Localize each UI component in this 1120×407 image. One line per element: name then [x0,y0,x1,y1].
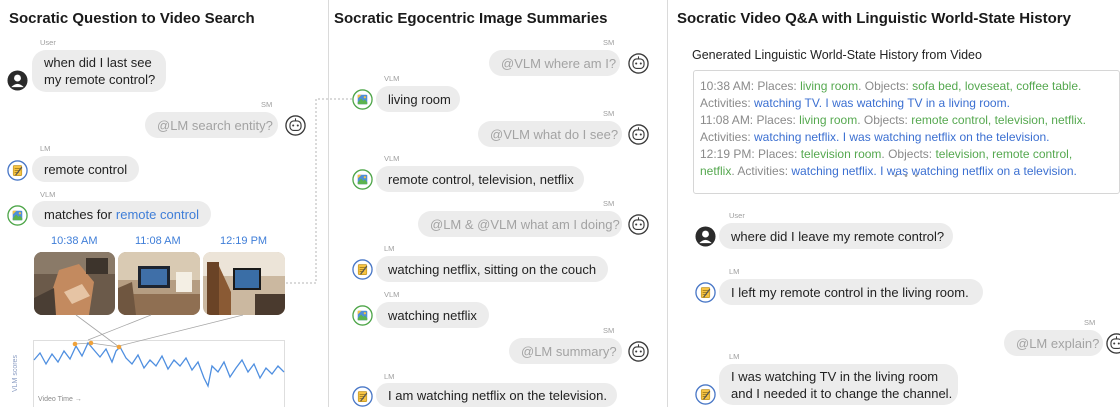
history-activity: watching netflix. I was watching netflix… [791,164,1077,178]
history-text: 12:19 PM: Places: [700,147,801,161]
user-question-bubble: where did I leave my remote control? [719,223,953,249]
history-activity: watching netflix. I was watching netflix… [754,130,1050,144]
lm-explanation-bubble: I was watching TV in the living room and… [719,364,958,405]
lm-notepad-icon [352,259,373,280]
lm-response-bubble: I am watching netflix on the television. [376,383,617,407]
speaker-label: VLM [384,154,400,163]
vlm-image-icon [352,169,373,190]
speaker-label: VLM [384,74,400,83]
lm-response-bubble: watching netflix, sitting on the couch [376,256,608,282]
plot-x-axis-label: Video Time → [38,396,82,403]
world-state-history-box: 10:38 AM: Places: living room. Objects: … [693,70,1120,194]
history-objects: netflix [700,164,732,178]
lm-response-bubble: I left my remote control in the living r… [719,279,983,305]
vlm-image-icon [352,89,373,110]
sm-query-bubble: @VLM where am I? [489,50,620,76]
sm-query-bubble: @LM & @VLM what am I doing? [418,211,622,237]
history-place: living room [799,113,858,127]
history-text: . Activities: [731,164,792,178]
vlm-response-bubble: remote control, television, netflix [376,166,584,192]
robot-sm-icon [628,124,649,145]
history-line: 10:38 AM: Places: living room. Objects: … [700,78,1119,95]
robot-sm-icon [1106,333,1120,354]
robot-sm-icon [628,53,649,74]
robot-sm-icon [628,214,649,235]
history-activity: watching TV. I was watching TV in a livi… [754,96,1010,110]
robot-sm-icon [628,341,649,362]
history-objects: television, remote control, [935,147,1073,161]
history-text: Activities: [700,96,755,110]
speaker-label: SM [603,199,615,208]
sm-query-bubble: @LM explain? [1004,330,1103,356]
speaker-label: LM [384,244,395,253]
vlm-image-icon [352,305,373,326]
history-objects: sofa bed, loveseat, coffee table. [912,79,1082,93]
speaker-label: SM [603,38,615,47]
sm-query-bubble: @LM summary? [509,338,622,364]
speaker-label: SM [1084,318,1096,327]
history-line: 11:08 AM: Places: living room. Objects: … [700,112,1119,129]
vlm-response-bubble: watching netflix [376,302,489,328]
user-avatar-icon [695,226,716,247]
speaker-label: SM [603,326,615,335]
vlm-response-bubble: living room [376,86,460,112]
history-place: living room [800,79,859,93]
history-text: 10:38 AM: Places: [700,79,801,93]
history-line: Activities: watching TV. I was watching … [700,95,1119,112]
speaker-label: LM [729,352,740,361]
history-place: television room [800,147,882,161]
lm-notepad-icon [695,384,716,405]
speaker-label: LM [384,372,395,381]
lm-notepad-icon [352,386,373,407]
history-text: Activities: [700,130,755,144]
plot-y-axis-label: VLM scores [12,355,19,392]
history-text: . Objects: [881,147,936,161]
history-text: . Objects: [858,79,913,93]
bubble-line: I was watching TV in the living room [731,368,939,384]
history-title: Generated Linguistic World-State History… [692,48,982,62]
history-text: 11:08 AM: Places: [700,113,800,127]
speaker-label: VLM [384,290,400,299]
history-line: 12:19 PM: Places: television room. Objec… [700,146,1119,163]
speaker-label: LM [729,267,740,276]
speaker-label: User [729,211,745,220]
bubble-line: and I needed it to change the channel. [731,385,953,401]
history-objects: remote control, television, netflix. [911,113,1086,127]
sm-query-bubble: @VLM what do I see? [478,121,622,147]
speaker-label: SM [603,109,615,118]
ellipsis-indicator: • • • [894,171,921,182]
history-text: . Objects: [857,113,912,127]
history-line: Activities: watching netflix. I was watc… [700,129,1119,146]
lm-notepad-icon [695,282,716,303]
